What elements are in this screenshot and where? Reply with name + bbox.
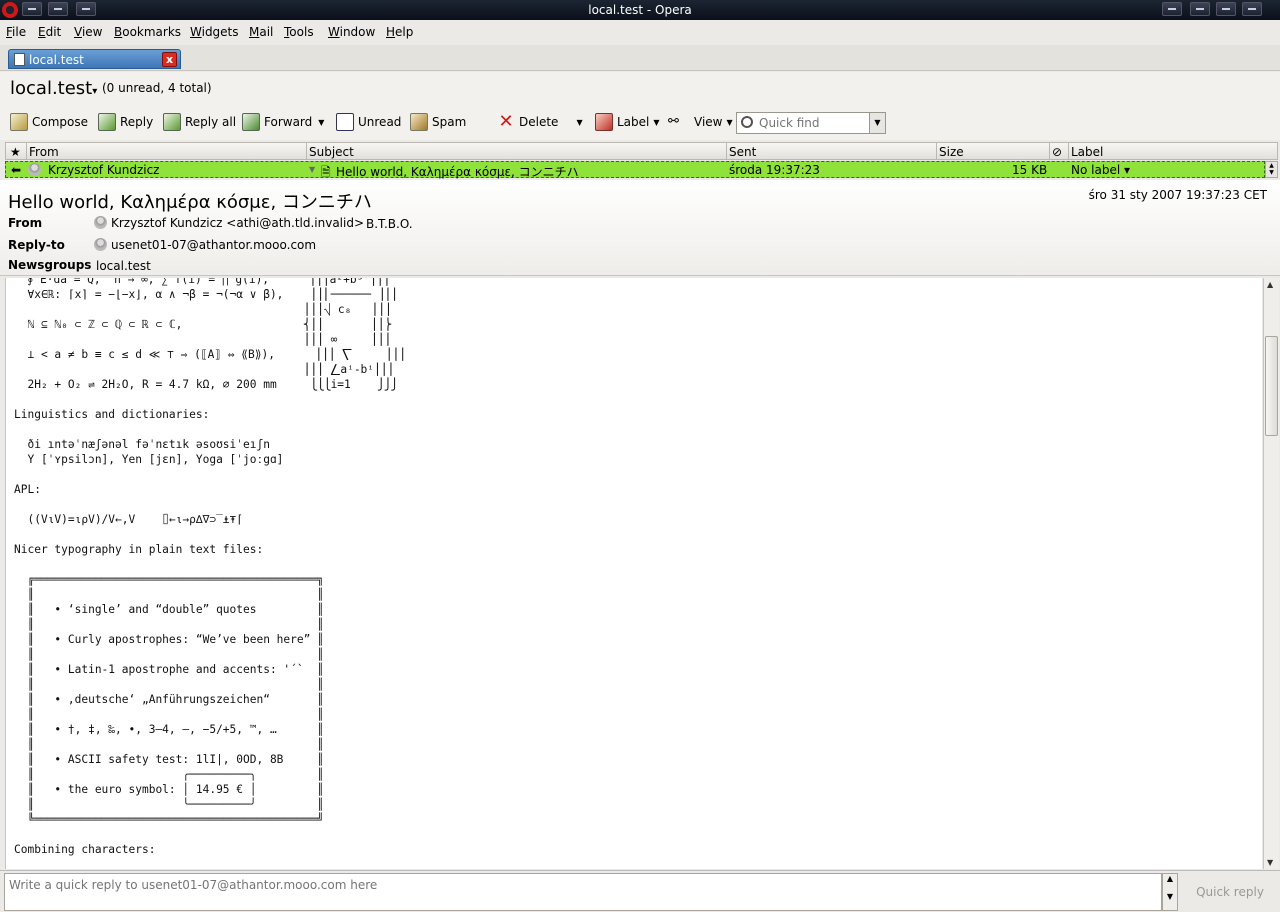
menu-mail[interactable]: Mail (249, 25, 273, 39)
column-separator (1068, 143, 1069, 159)
message-body-text: ∮ E⋅da = Q, n → ∞, ∑ f(i) = ∏ g(i), ⎪⎪⎪a… (14, 278, 406, 856)
quick-find-field[interactable]: ▼ (736, 112, 886, 134)
column-separator (1049, 143, 1050, 159)
folder-title[interactable]: local.test▾ (10, 78, 97, 99)
scroll-thumb[interactable] (1265, 336, 1278, 436)
column-separator (726, 143, 727, 159)
quick-reply-button[interactable]: Quick reply (1186, 881, 1274, 903)
reply-all-icon (163, 113, 181, 131)
spam-button[interactable]: Spam (410, 111, 466, 133)
folder-dropdown-icon[interactable]: ▾ (92, 86, 97, 97)
spam-icon (410, 113, 428, 131)
column-label[interactable]: Label (1071, 145, 1103, 159)
row-from: Krzysztof Kundzicz (48, 163, 160, 177)
delete-x-icon: ✕ (498, 111, 514, 132)
compose-icon (10, 113, 28, 131)
window-title: local.test - Opera (588, 3, 692, 17)
mail-toolbar: Compose Reply Reply all Forward ▼ Unread … (0, 104, 1280, 140)
column-sent[interactable]: Sent (729, 145, 756, 159)
quick-find-input[interactable] (759, 116, 871, 130)
column-separator (936, 143, 937, 159)
menu-view[interactable]: View (74, 25, 102, 39)
unread-button[interactable]: Unread (336, 111, 401, 133)
quick-find-dropdown-icon[interactable]: ▼ (869, 113, 885, 133)
reply-icon (98, 113, 116, 131)
column-size[interactable]: Size (939, 145, 964, 159)
menu-bar: File Edit View Bookmarks Widgets Mail To… (0, 21, 1280, 43)
menu-bookmarks[interactable]: Bookmarks (114, 25, 181, 39)
quick-reply-bar: ▲▼ Quick reply (0, 870, 1280, 912)
message-list-header: ★ From Subject Sent Size ⊘ Label (5, 142, 1278, 160)
menu-help[interactable]: Help (386, 25, 413, 39)
label-button[interactable]: Label ▼ (595, 111, 660, 133)
message-body[interactable]: ∮ E⋅da = Q, n → ∞, ∑ f(i) = ∏ g(i), ⎪⎪⎪a… (5, 278, 1262, 869)
minimize-button[interactable] (1190, 2, 1210, 16)
folder-bar: local.test▾ (0 unread, 4 total) (0, 72, 1280, 104)
newsgroups-value[interactable]: local.test (96, 259, 151, 273)
delete-dropdown-icon[interactable]: ▼ (576, 118, 582, 127)
row-sent: środa 19:37:23 (729, 163, 820, 177)
contact-icon (94, 216, 107, 229)
menu-file[interactable]: File (6, 25, 26, 39)
tab-bar: local.test x 🗑▾ (0, 45, 1280, 110)
view-dropdown-icon[interactable]: ▼ (726, 118, 732, 127)
menu-widgets[interactable]: Widgets (190, 25, 239, 39)
reply-arrow-icon: ⬅ (11, 163, 22, 177)
close-window-button[interactable] (1242, 2, 1262, 16)
label-dropdown-icon[interactable]: ▼ (653, 118, 659, 127)
scroll-up-icon[interactable]: ▲ (1267, 280, 1273, 289)
row-size: 15 KB (1012, 163, 1048, 177)
reply-to-value[interactable]: usenet01-07@athantor.mooo.com (94, 238, 316, 252)
window-help-button[interactable] (1162, 2, 1182, 16)
reply-all-button[interactable]: Reply all (163, 111, 236, 133)
body-scrollbar[interactable]: ▲ ▼ (1263, 278, 1279, 869)
column-star[interactable]: ★ (10, 145, 21, 159)
forward-button[interactable]: Forward ▼ (242, 111, 324, 133)
menu-window[interactable]: Window (328, 25, 375, 39)
sender-avatar (28, 163, 45, 177)
mail-page-icon (14, 53, 25, 66)
maximize-button[interactable] (1216, 2, 1236, 16)
scroll-down-icon[interactable]: ▼ (1267, 858, 1273, 867)
row-label-dropdown[interactable]: No label ▾ (1071, 163, 1130, 177)
tab-label: local.test (29, 53, 84, 67)
menu-tools[interactable]: Tools (284, 25, 314, 39)
quick-reply-scrollbar[interactable]: ▲ ▼ (1162, 873, 1178, 911)
menu-edit[interactable]: Edit (38, 25, 61, 39)
glasses-icon: ⚯ (668, 114, 679, 129)
forward-icon (242, 113, 260, 131)
column-attachment-icon[interactable]: ⊘ (1052, 145, 1062, 159)
message-subject: Hello world, Καλημέρα κόσμε, コンニチハ (8, 192, 372, 213)
quick-reply-input[interactable] (4, 873, 1162, 911)
row-thread-dropdown-icon[interactable]: ▼ (309, 165, 315, 174)
message-date: śro 31 sty 2007 19:37:23 CET (1088, 188, 1267, 202)
column-subject[interactable]: Subject (309, 145, 354, 159)
newsgroups-label: Newsgroups (8, 258, 92, 272)
row-subject: Hello world, Καλημέρα κόσμε, コンニチハ (336, 165, 579, 179)
from-value[interactable]: Krzysztof Kundzicz <athi@ath.tld.invalid… (94, 216, 364, 230)
column-separator (26, 143, 27, 159)
compose-button[interactable]: Compose (10, 111, 88, 133)
folder-title-text: local.test (10, 78, 93, 99)
from-label: From (8, 216, 43, 230)
unread-checkbox-icon (336, 113, 354, 131)
reply-button[interactable]: Reply (98, 111, 153, 133)
column-from[interactable]: From (29, 145, 59, 159)
window-titlebar: local.test - Opera (0, 0, 1280, 20)
reply-to-label: Reply-to (8, 238, 65, 252)
contact-icon (94, 238, 107, 251)
message-header: Hello world, Καλημέρα κόσμε, コンニチハ śro 3… (0, 180, 1280, 276)
folder-counts: (0 unread, 4 total) (102, 81, 212, 95)
label-icon (595, 113, 613, 131)
view-button[interactable]: ⚯ View ▼ (668, 111, 733, 133)
message-row[interactable]: ⬅ Krzysztof Kundzicz ▼ 🗎 Hello world, Κα… (5, 161, 1265, 179)
delete-button[interactable]: ✕ Delete ▼ (497, 111, 582, 133)
column-separator (306, 143, 307, 159)
list-scrollbar[interactable]: ▲ ▼ (1265, 161, 1278, 178)
forward-dropdown-icon[interactable]: ▼ (318, 118, 324, 127)
from-extra: B.T.B.O. (366, 217, 413, 231)
tab-local-test[interactable]: local.test x (8, 49, 181, 69)
close-tab-icon[interactable]: x (162, 52, 177, 67)
search-icon (741, 116, 753, 128)
